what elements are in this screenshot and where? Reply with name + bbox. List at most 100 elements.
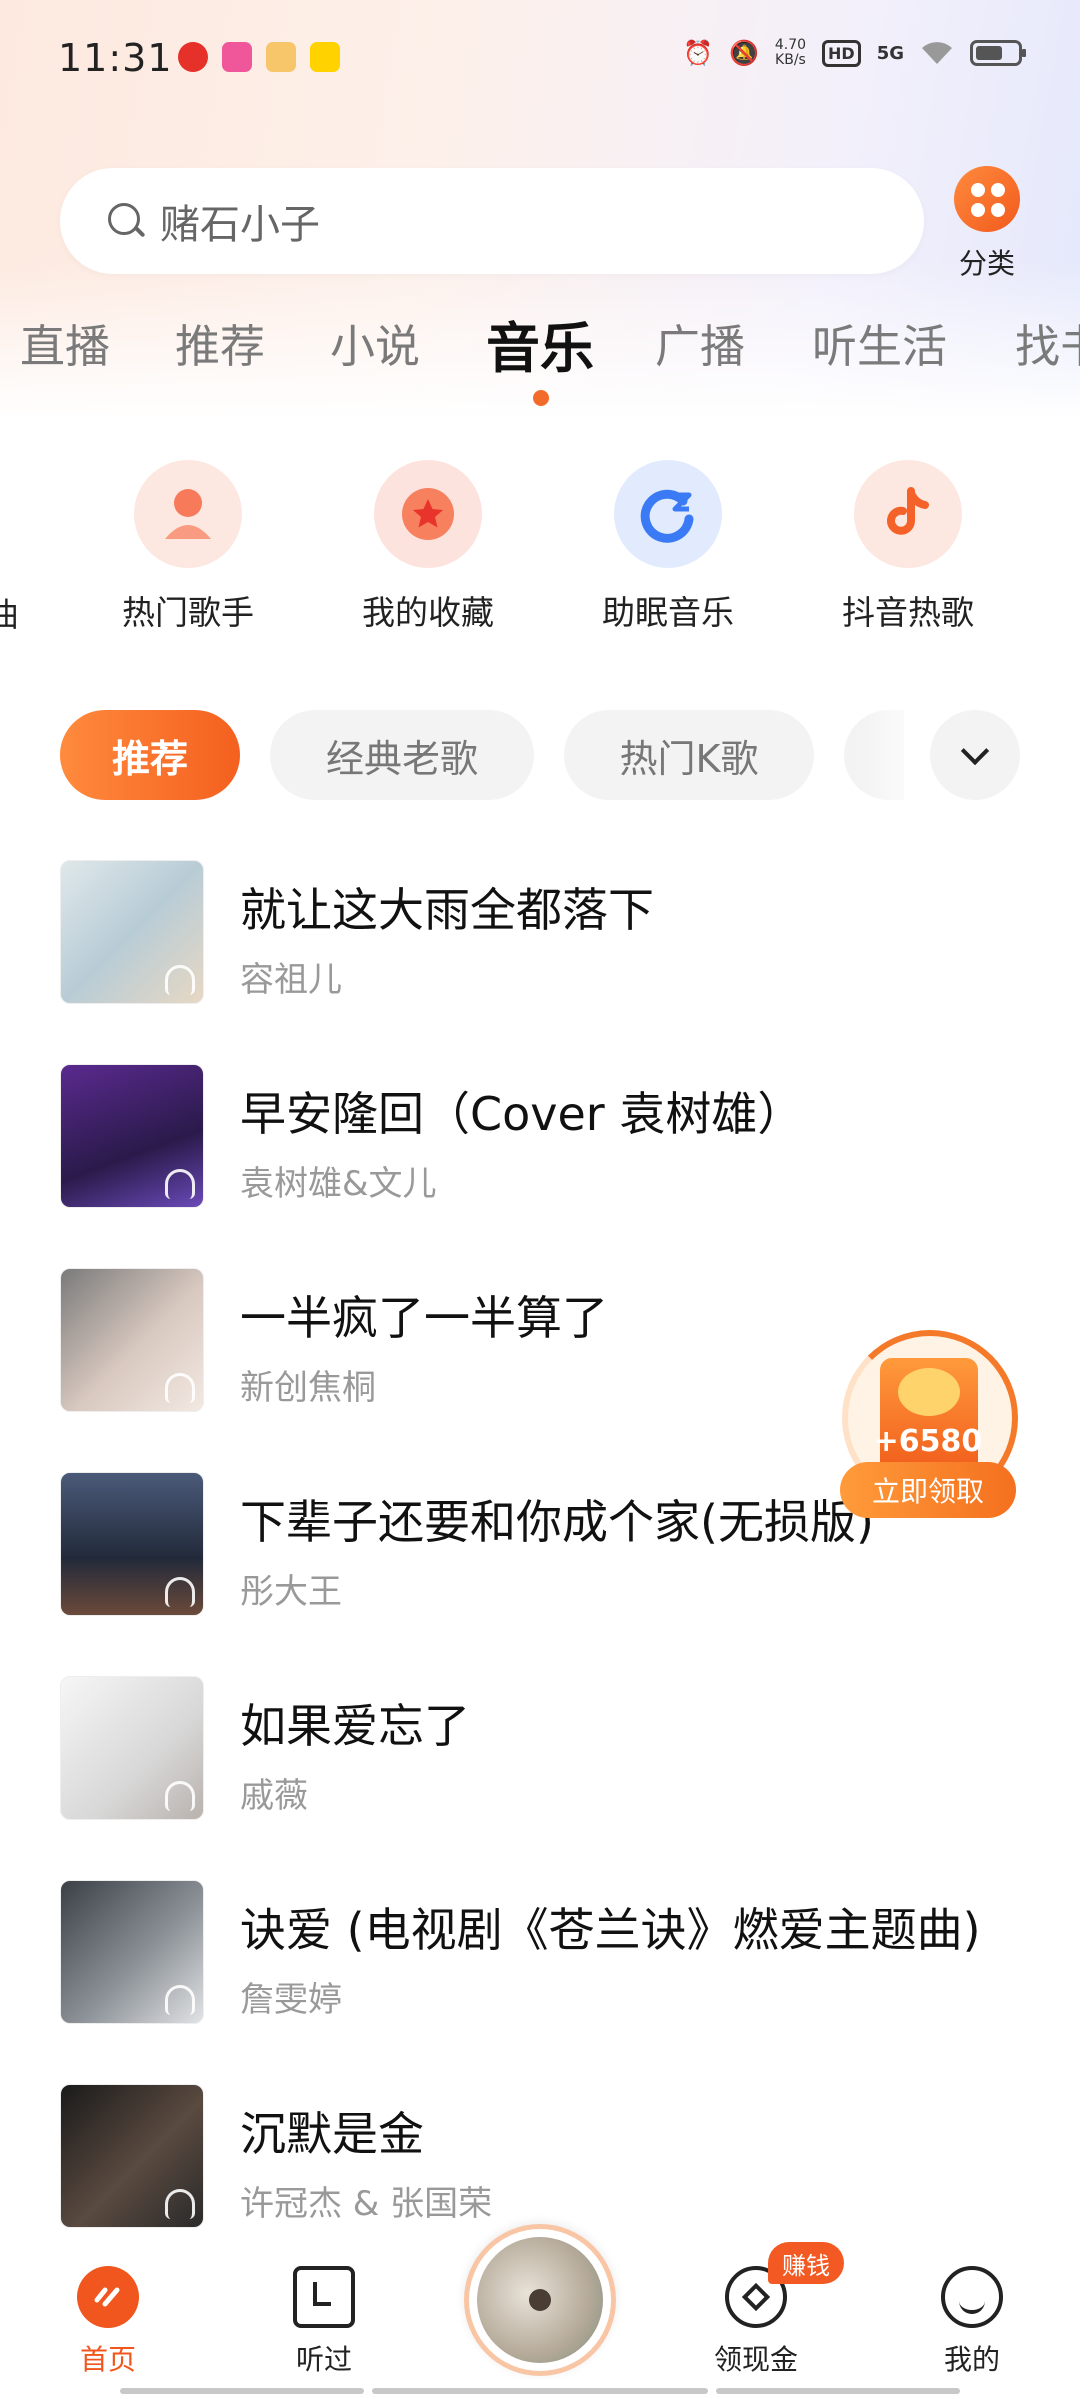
nav-home[interactable]: 首页 <box>38 2266 178 2378</box>
network-speed-value: 4.70 <box>774 37 807 53</box>
search-icon <box>104 199 148 243</box>
douyin-icon <box>854 460 962 568</box>
song-title: 早安隆回（Cover 袁树雄） <box>240 1087 804 1141</box>
song-cover <box>60 1880 204 2024</box>
nav-label: 听过 <box>295 2343 352 2376</box>
headphones-icon <box>165 1577 195 1607</box>
category-label: 分类 <box>958 247 1015 280</box>
nav-label: 我的 <box>943 2343 1000 2376</box>
song-artist: 彤大王 <box>240 1572 342 1612</box>
network-speed-unit: KB/s <box>775 52 806 68</box>
nav-history[interactable]: 听过 <box>254 2266 394 2378</box>
tab-novel[interactable]: 小说 <box>330 310 420 375</box>
quick-entry-label: 我的收藏 <box>362 593 494 632</box>
smile-icon <box>941 2266 1003 2328</box>
song-artist: 容祖儿 <box>240 960 342 1000</box>
quick-entry-sleep-music[interactable]: 助眠音乐 <box>568 460 768 634</box>
song-cover <box>60 860 204 1004</box>
song-title: 下辈子还要和你成个家(无损版) <box>240 1495 874 1549</box>
hd-icon: HD <box>822 39 861 67</box>
now-playing-disc[interactable] <box>464 2224 616 2376</box>
song-cover <box>60 1676 204 1820</box>
headphones-icon <box>165 1169 195 1199</box>
home-logo-icon <box>77 2266 139 2328</box>
star-icon <box>374 460 482 568</box>
search-input[interactable]: 赌石小子 <box>60 168 924 274</box>
tab-find-book[interactable]: 找书 <box>1015 310 1080 375</box>
song-cover <box>60 2084 204 2228</box>
earn-badge: 赚钱 <box>768 2242 844 2284</box>
song-title: 一半疯了一半算了 <box>240 1291 608 1345</box>
song-title: 就让这大雨全都落下 <box>240 883 654 937</box>
alarm-icon: ⏰ <box>683 39 713 67</box>
gesture-bar <box>372 2388 708 2394</box>
network-speed: 4.70 KB/s <box>775 38 806 68</box>
active-tab-indicator <box>533 390 549 406</box>
song-artist: 袁树雄&文儿 <box>240 1164 437 1204</box>
reward-widget[interactable]: +6580 立即领取 <box>840 1330 1020 1530</box>
quick-entry-label: 热门歌手 <box>122 593 254 632</box>
song-item[interactable]: 诀爱 (电视剧《苍兰诀》燃爱主题曲) 詹雯婷 <box>60 1880 1020 2024</box>
reward-amount: +6580 <box>873 1424 983 1459</box>
song-artist: 戚薇 <box>240 1776 308 1816</box>
history-icon <box>293 2266 355 2328</box>
song-title: 诀爱 (电视剧《苍兰诀》燃爱主题曲) <box>240 1903 981 1957</box>
grid-icon <box>954 166 1020 232</box>
quick-entry-label: 抖音热歌 <box>842 593 974 632</box>
song-cover <box>60 1472 204 1616</box>
quick-entry-hot-singers[interactable]: 热门歌手 <box>88 460 288 634</box>
chevron-down-icon[interactable] <box>930 710 1020 800</box>
song-cover <box>60 1064 204 1208</box>
song-cover <box>60 1268 204 1412</box>
signal-icon: 5G <box>876 42 904 64</box>
nav-label: 首页 <box>79 2343 136 2376</box>
song-artist: 许冠杰 & 张国荣 <box>240 2184 493 2224</box>
gesture-bar <box>716 2388 960 2394</box>
notification-app-icon <box>310 42 340 72</box>
tab-live[interactable]: 直播 <box>20 310 110 375</box>
notification-app-icon <box>222 42 252 72</box>
chip-classic-oldies[interactable]: 经典老歌 <box>270 710 534 800</box>
quick-entries: 曲 热门歌手 我的收藏 助眠音乐 抖音热歌 <box>0 460 1080 640</box>
search-placeholder: 赌石小子 <box>160 202 320 248</box>
song-artist: 詹雯婷 <box>240 1980 342 2020</box>
tab-life[interactable]: 听生活 <box>812 310 947 375</box>
mute-icon: 🔕 <box>728 39 759 67</box>
song-artist: 新创焦桐 <box>240 1368 376 1408</box>
song-title: 沉默是金 <box>240 2107 424 2161</box>
song-item[interactable]: 就让这大雨全都落下 容祖儿 <box>60 860 1020 1004</box>
singer-icon <box>134 460 242 568</box>
tab-radio[interactable]: 广播 <box>655 310 745 375</box>
nav-me[interactable]: 我的 <box>902 2266 1042 2378</box>
status-time: 11:31 <box>58 36 173 80</box>
headphones-icon <box>165 1373 195 1403</box>
quick-entry-my-favorites[interactable]: 我的收藏 <box>328 460 528 634</box>
song-item[interactable]: 早安隆回（Cover 袁树雄） 袁树雄&文儿 <box>60 1064 1020 1208</box>
claim-reward-button[interactable]: 立即领取 <box>840 1462 1016 1518</box>
quick-entry-label: 助眠音乐 <box>602 593 734 632</box>
chip-recommend[interactable]: 推荐 <box>60 710 240 800</box>
notification-app-icon <box>178 42 208 72</box>
headphones-icon <box>165 1985 195 2015</box>
song-item[interactable]: 如果爱忘了 戚薇 <box>60 1676 1020 1820</box>
gold-coin-icon <box>880 1358 978 1478</box>
chip-hot-karaoke[interactable]: 热门K歌 <box>564 710 814 800</box>
status-bar: 11:31 ⏰ 🔕 4.70 KB/s HD 5G <box>0 0 1080 120</box>
nav-label: 领现金 <box>713 2343 798 2376</box>
category-button[interactable]: 分类 <box>952 166 1022 282</box>
notification-app-icon <box>266 42 296 72</box>
song-item[interactable]: 沉默是金 许冠杰 & 张国荣 <box>60 2084 1020 2228</box>
quick-entry-douyin-hits[interactable]: 抖音热歌 <box>808 460 1008 634</box>
headphones-icon <box>165 965 195 995</box>
quick-entry-partial-label[interactable]: 曲 <box>0 588 19 636</box>
wifi-icon <box>920 40 954 66</box>
tab-music[interactable]: 音乐 <box>486 310 594 383</box>
gesture-bar <box>120 2388 364 2394</box>
headphones-icon <box>165 1781 195 1811</box>
battery-icon <box>970 40 1026 66</box>
tab-recommend[interactable]: 推荐 <box>175 310 265 375</box>
song-title: 如果爱忘了 <box>240 1699 470 1753</box>
sleep-icon <box>614 460 722 568</box>
headphones-icon <box>165 2189 195 2219</box>
chip-fade <box>860 705 930 805</box>
